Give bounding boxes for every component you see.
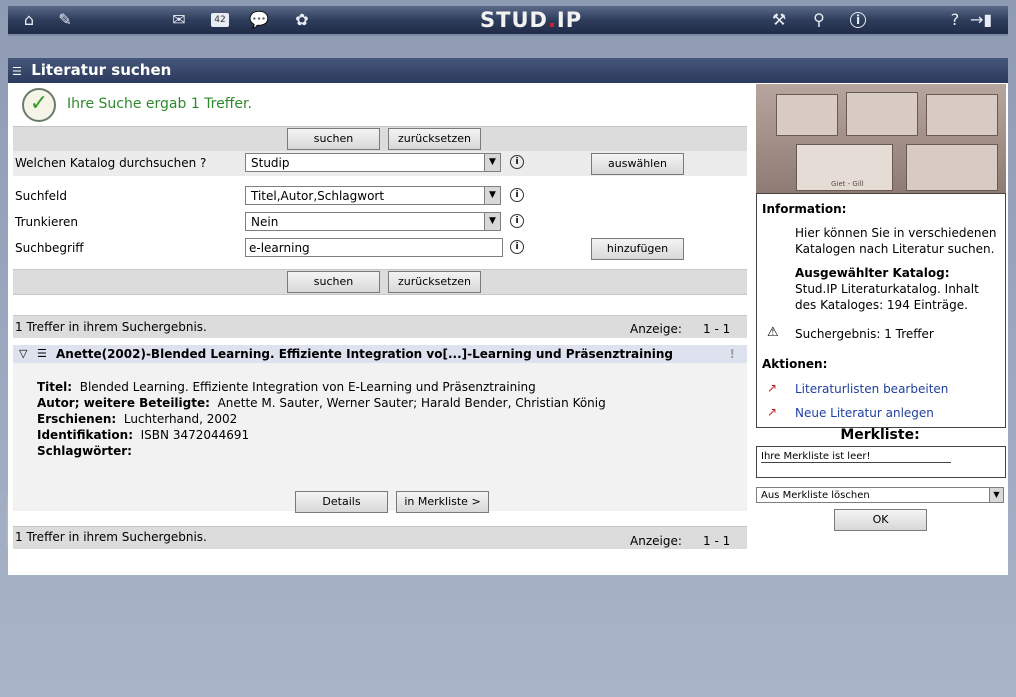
selected-catalog-text: Stud.IP Literaturkatalog. Inhalt des Kat… (795, 282, 979, 312)
info-icon[interactable]: i (850, 12, 866, 28)
author-label: Autor; weitere Beteiligte: (37, 396, 210, 410)
display-label: Anzeige: (630, 322, 682, 336)
info-icon[interactable]: i (510, 188, 524, 202)
result-title[interactable]: Anette(2002)-Blended Learning. Effizient… (56, 345, 673, 363)
display-range: 1 - 1 (703, 534, 731, 548)
results-count: 1 Treffer in ihrem Suchergebnis. (15, 320, 207, 334)
chevron-down-icon[interactable]: ▼ (484, 154, 500, 171)
display-label: Anzeige: (630, 534, 682, 548)
checkmark-icon: ✓ (22, 88, 56, 122)
merkliste-title: Merkliste: (840, 427, 920, 443)
drawer-label: Giet - Gill (831, 180, 864, 188)
search-button-row-bottom: suchen zurücksetzen (13, 269, 747, 295)
actions-heading: Aktionen: (762, 357, 828, 371)
info-text: Hier können Sie in verschiedenen Katalog… (795, 226, 997, 256)
results-summary-top: 1 Treffer in ihrem Suchergebnis. Anzeige… (13, 315, 747, 338)
priority-flag-icon: ! (729, 347, 735, 361)
select-catalog-button[interactable]: auswählen (591, 153, 684, 175)
chat-icon[interactable]: 💬 (248, 10, 270, 30)
catalog-select[interactable]: Studip ▼ (245, 153, 501, 172)
main-panel: ☰ Literatur suchen ✓ Ihre Suche ergab 1 … (8, 58, 1008, 575)
title-value: Blended Learning. Effiziente Integration… (79, 380, 536, 394)
published-value: Luchterhand, 2002 (123, 412, 238, 426)
collapse-triangle-icon[interactable]: ▽ (19, 345, 27, 363)
catalog-drawer-image: Giet - Gill (756, 84, 1006, 193)
home-icon[interactable]: ⌂ (18, 10, 40, 30)
searchfield-select[interactable]: Titel,Autor,Schlagwort ▼ (245, 186, 501, 205)
edit-literature-lists-link[interactable]: Literaturlisten bearbeiten (795, 382, 948, 396)
reset-button[interactable]: zurücksetzen (388, 128, 481, 150)
result-item: ▽ ☰ Anette(2002)-Blended Learning. Effiz… (13, 345, 747, 513)
search-button-row-top: suchen zurücksetzen (13, 126, 747, 152)
details-button[interactable]: Details (295, 491, 388, 513)
search-button[interactable]: suchen (287, 271, 380, 293)
new-literature-link[interactable]: Neue Literatur anlegen (795, 406, 934, 420)
result-header[interactable]: ▽ ☰ Anette(2002)-Blended Learning. Effiz… (13, 345, 747, 363)
search-result-text: Suchergebnis: 1 Treffer (795, 327, 934, 341)
chevron-down-icon[interactable]: ▼ (484, 213, 500, 230)
searchterm-row: Suchbegriff e-learning i hinzufügen (13, 236, 747, 261)
book-stack-icon: ☰ (37, 347, 47, 360)
logout-icon[interactable]: →▮ (970, 10, 992, 30)
guestbook-icon[interactable]: ✿ (291, 10, 313, 30)
selected-catalog-heading: Ausgewählter Katalog: (795, 266, 950, 280)
external-link-icon: ↗ (767, 405, 778, 419)
info-icon[interactable]: i (510, 214, 524, 228)
published-label: Erschienen: (37, 412, 117, 426)
keywords-label: Schlagwörter: (37, 444, 132, 458)
searchterm-input[interactable]: e-learning (245, 238, 503, 257)
info-icon[interactable]: i (510, 240, 524, 254)
studip-logo[interactable]: STUD.IP (480, 8, 582, 32)
info-icon[interactable]: i (510, 155, 524, 169)
admin-icon[interactable]: ⚒ (768, 10, 790, 30)
identification-label: Identifikation: (37, 428, 133, 442)
search-icon[interactable]: ⚲ (808, 10, 830, 30)
add-term-button[interactable]: hinzufügen (591, 238, 684, 260)
truncate-row: Trunkieren Nein ▼ i (13, 210, 747, 235)
warning-icon: ⚠ (767, 325, 779, 340)
merkliste-box[interactable]: Ihre Merkliste ist leer! (756, 446, 1006, 478)
results-summary-bottom: 1 Treffer in ihrem Suchergebnis. Anzeige… (13, 526, 747, 549)
ok-button[interactable]: OK (834, 509, 927, 531)
merkliste-action-select[interactable]: Aus Merkliste löschen ▼ (756, 487, 1004, 503)
info-heading: Information: (762, 202, 847, 216)
title-label: Titel: (37, 380, 73, 394)
searchfield-label: Suchfeld (15, 189, 67, 203)
chevron-down-icon[interactable]: ▼ (989, 488, 1003, 502)
catalog-row: Welchen Katalog durchsuchen ? Studip ▼ i … (13, 151, 747, 176)
tools-icon[interactable]: ✎ (54, 10, 76, 30)
chevron-down-icon[interactable]: ▼ (484, 187, 500, 204)
external-link-icon: ↗ (767, 381, 778, 395)
author-value: Anette M. Sauter, Werner Sauter; Harald … (217, 396, 606, 410)
search-button[interactable]: suchen (287, 128, 380, 150)
searchfield-row: Suchfeld Titel,Autor,Schlagwort ▼ i (13, 184, 747, 209)
merkliste-empty-text: Ihre Merkliste ist leer! (761, 451, 951, 463)
mail-icon[interactable]: ✉ (168, 10, 190, 30)
display-range: 1 - 1 (703, 322, 731, 336)
searchterm-label: Suchbegriff (15, 241, 84, 255)
help-icon[interactable]: ? (944, 10, 966, 30)
top-navigation-bar: ⌂ ✎ ✉ 42 💬 ✿ STUD.IP ⚒ ⚲ i ? →▮ (8, 6, 1008, 36)
truncate-label: Trunkieren (15, 215, 79, 229)
catalog-label: Welchen Katalog durchsuchen ? (15, 156, 207, 170)
book-stack-icon: ☰ (12, 65, 22, 78)
page-title: Literatur suchen (31, 61, 172, 79)
results-count: 1 Treffer in ihrem Suchergebnis. (15, 530, 207, 544)
add-to-merkliste-button[interactable]: in Merkliste > (396, 491, 489, 513)
reset-button[interactable]: zurücksetzen (388, 271, 481, 293)
success-message: Ihre Suche ergab 1 Treffer. (67, 96, 252, 112)
result-details: Titel: Blended Learning. Effiziente Inte… (37, 379, 606, 459)
info-box: Information: Hier können Sie in verschie… (756, 193, 1006, 428)
identification-value: ISBN 3472044691 (140, 428, 250, 442)
calendar-icon[interactable]: 42 (211, 13, 229, 27)
truncate-select[interactable]: Nein ▼ (245, 212, 501, 231)
panel-header: ☰ Literatur suchen (8, 58, 1008, 83)
